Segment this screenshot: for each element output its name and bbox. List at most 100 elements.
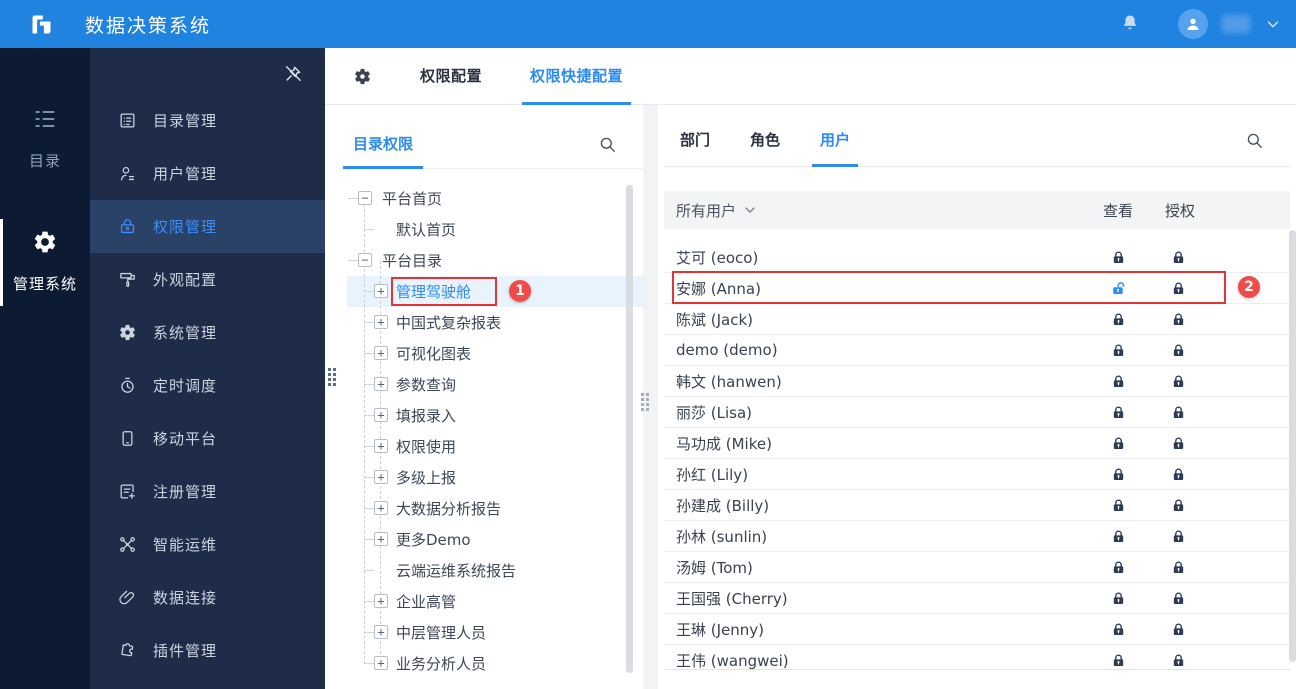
expand-node-icon[interactable]: + <box>374 377 388 391</box>
tree-node[interactable]: + 业务分析人员 <box>347 648 643 679</box>
tree-node-label[interactable]: 管理驾驶舱 <box>396 281 471 302</box>
user-row[interactable]: 汤姆 (Tom) <box>664 552 1290 583</box>
tree-node[interactable]: + 中层管理人员 <box>347 617 643 648</box>
expand-node-icon[interactable]: + <box>374 625 388 639</box>
auth-permission-lock-icon[interactable] <box>1148 405 1208 420</box>
tree-node[interactable]: + 中国式复杂报表 <box>347 307 643 338</box>
auth-permission-lock-icon[interactable] <box>1148 250 1208 265</box>
user-row[interactable]: 王琳 (Jenny) <box>664 614 1290 645</box>
tree-node-label[interactable]: 参数查询 <box>396 374 456 395</box>
view-permission-lock-icon[interactable] <box>1088 498 1148 513</box>
view-permission-lock-icon[interactable] <box>1088 560 1148 575</box>
sidebar-item-scheduled-tasks[interactable]: 定时调度 <box>90 359 325 412</box>
sidebar-item-plugin-management[interactable]: 插件管理 <box>90 624 325 677</box>
view-permission-lock-icon[interactable] <box>1088 653 1148 668</box>
user-row[interactable]: 孙林 (sunlin) <box>664 521 1290 552</box>
tree-node-label[interactable]: 平台首页 <box>382 188 442 209</box>
tree-node[interactable]: − 平台首页 <box>347 183 643 214</box>
panel-drag-handle[interactable] <box>641 393 650 411</box>
tree-node-label[interactable]: 可视化图表 <box>396 343 471 364</box>
user-row[interactable]: 安娜 (Anna) 2 <box>664 271 1290 304</box>
auth-permission-lock-icon[interactable] <box>1148 374 1208 389</box>
tree-node[interactable]: + 填报录入 <box>347 400 643 431</box>
tree-node[interactable]: + 多级上报 <box>347 462 643 493</box>
tree-node-label[interactable]: 平台目录 <box>382 250 442 271</box>
rail-item-catalog[interactable]: 目录 <box>0 106 90 171</box>
user-row[interactable]: 孙红 (Lily) <box>664 459 1290 490</box>
view-permission-lock-icon[interactable] <box>1088 405 1148 420</box>
sidebar-item-permission-management[interactable]: 权限管理 <box>90 200 325 253</box>
auth-permission-lock-icon[interactable] <box>1148 436 1208 451</box>
tab-directory-permission[interactable]: 目录权限 <box>342 133 424 169</box>
tree-node-label[interactable]: 大数据分析报告 <box>396 498 501 519</box>
user-row[interactable]: 王伟 (wangwei) <box>664 645 1290 669</box>
view-permission-lock-icon[interactable] <box>1088 312 1148 327</box>
sidebar-item-data-connection[interactable]: 数据连接 <box>90 571 325 624</box>
rail-item-manage-system[interactable]: 管理系统 <box>0 219 90 306</box>
sidebar-item-user-management[interactable]: 用户管理 <box>90 147 325 200</box>
tree-node[interactable]: + 管理驾驶舱 1 <box>347 276 643 307</box>
expand-node-icon[interactable]: + <box>374 501 388 515</box>
tree-node[interactable]: + 权限使用 <box>347 431 643 462</box>
expand-node-icon[interactable]: + <box>374 532 388 546</box>
tree-node-label[interactable]: 企业高管 <box>396 591 456 612</box>
gear-outline-icon[interactable] <box>353 67 372 86</box>
tree-node-label[interactable]: 业务分析人员 <box>396 653 486 674</box>
auth-permission-lock-icon[interactable] <box>1148 529 1208 544</box>
auth-permission-lock-icon[interactable] <box>1148 622 1208 637</box>
user-row[interactable]: demo (demo) <box>664 335 1290 366</box>
tree-node[interactable]: + 大数据分析报告 <box>347 493 643 524</box>
tree-node-label[interactable]: 默认首页 <box>396 219 456 240</box>
collapse-node-icon[interactable]: − <box>358 191 372 205</box>
view-permission-lock-icon[interactable] <box>1088 250 1148 265</box>
sidebar-item-appearance-config[interactable]: 外观配置 <box>90 253 325 306</box>
expand-node-icon[interactable]: + <box>374 315 388 329</box>
sidebar-item-catalog-management[interactable]: 目录管理 <box>90 94 325 147</box>
tree-node-label[interactable]: 权限使用 <box>396 436 456 457</box>
sidebar-item-intelligent-ops[interactable]: 智能运维 <box>90 518 325 571</box>
top-tab-permission-config[interactable]: 权限配置 <box>420 48 482 105</box>
view-permission-lock-icon[interactable] <box>1088 374 1148 389</box>
chevron-down-icon[interactable] <box>1264 15 1282 33</box>
auth-permission-lock-icon[interactable] <box>1148 498 1208 513</box>
auth-permission-lock-icon[interactable] <box>1148 467 1208 482</box>
tree-node-label[interactable]: 中层管理人员 <box>396 622 486 643</box>
all-users-dropdown[interactable]: 所有用户 <box>676 200 757 221</box>
tree-node-label[interactable]: 更多Demo <box>396 529 471 550</box>
user-row[interactable]: 艾可 (eoco) <box>664 242 1290 273</box>
tree-node[interactable]: 默认首页 <box>347 214 643 245</box>
view-permission-lock-icon[interactable] <box>1088 529 1148 544</box>
tree-node[interactable]: + 更多Demo <box>347 524 643 555</box>
tree-node[interactable]: + 可视化图表 <box>347 338 643 369</box>
user-row[interactable]: 丽莎 (Lisa) <box>664 397 1290 428</box>
user-row[interactable]: 王国强 (Cherry) <box>664 583 1290 614</box>
search-icon[interactable] <box>598 135 617 154</box>
bell-icon[interactable] <box>1120 13 1140 35</box>
auth-permission-lock-icon[interactable] <box>1148 560 1208 575</box>
search-icon[interactable] <box>1245 131 1264 150</box>
expand-node-icon[interactable]: + <box>374 594 388 608</box>
user-row[interactable]: 马功成 (Mike) <box>664 428 1290 459</box>
tree-node[interactable]: − 平台目录 <box>347 245 643 276</box>
sidebar-item-mobile-platform[interactable]: 移动平台 <box>90 412 325 465</box>
grantee-tab-role[interactable]: 角色 <box>744 129 786 166</box>
auth-permission-lock-icon[interactable] <box>1148 653 1208 668</box>
expand-node-icon[interactable]: + <box>374 470 388 484</box>
auth-permission-lock-icon[interactable] <box>1148 281 1208 296</box>
sidebar-item-system-management[interactable]: 系统管理 <box>90 306 325 359</box>
user-row[interactable]: 孙建成 (Billy) <box>664 490 1290 521</box>
expand-node-icon[interactable]: + <box>374 656 388 670</box>
user-row[interactable]: 陈斌 (Jack) <box>664 304 1290 335</box>
expand-node-icon[interactable]: + <box>374 408 388 422</box>
user-list-scrollbar[interactable] <box>1289 230 1296 662</box>
view-permission-lock-icon[interactable] <box>1088 467 1148 482</box>
expand-node-icon[interactable]: + <box>374 346 388 360</box>
expand-node-icon[interactable]: + <box>374 284 388 298</box>
view-permission-lock-icon[interactable] <box>1088 436 1148 451</box>
tree-node-label[interactable]: 多级上报 <box>396 467 456 488</box>
auth-permission-lock-icon[interactable] <box>1148 343 1208 358</box>
grantee-tab-department[interactable]: 部门 <box>674 129 716 166</box>
grantee-tab-user[interactable]: 用户 <box>812 129 859 167</box>
tree-node-label[interactable]: 填报录入 <box>396 405 456 426</box>
auth-permission-lock-icon[interactable] <box>1148 312 1208 327</box>
